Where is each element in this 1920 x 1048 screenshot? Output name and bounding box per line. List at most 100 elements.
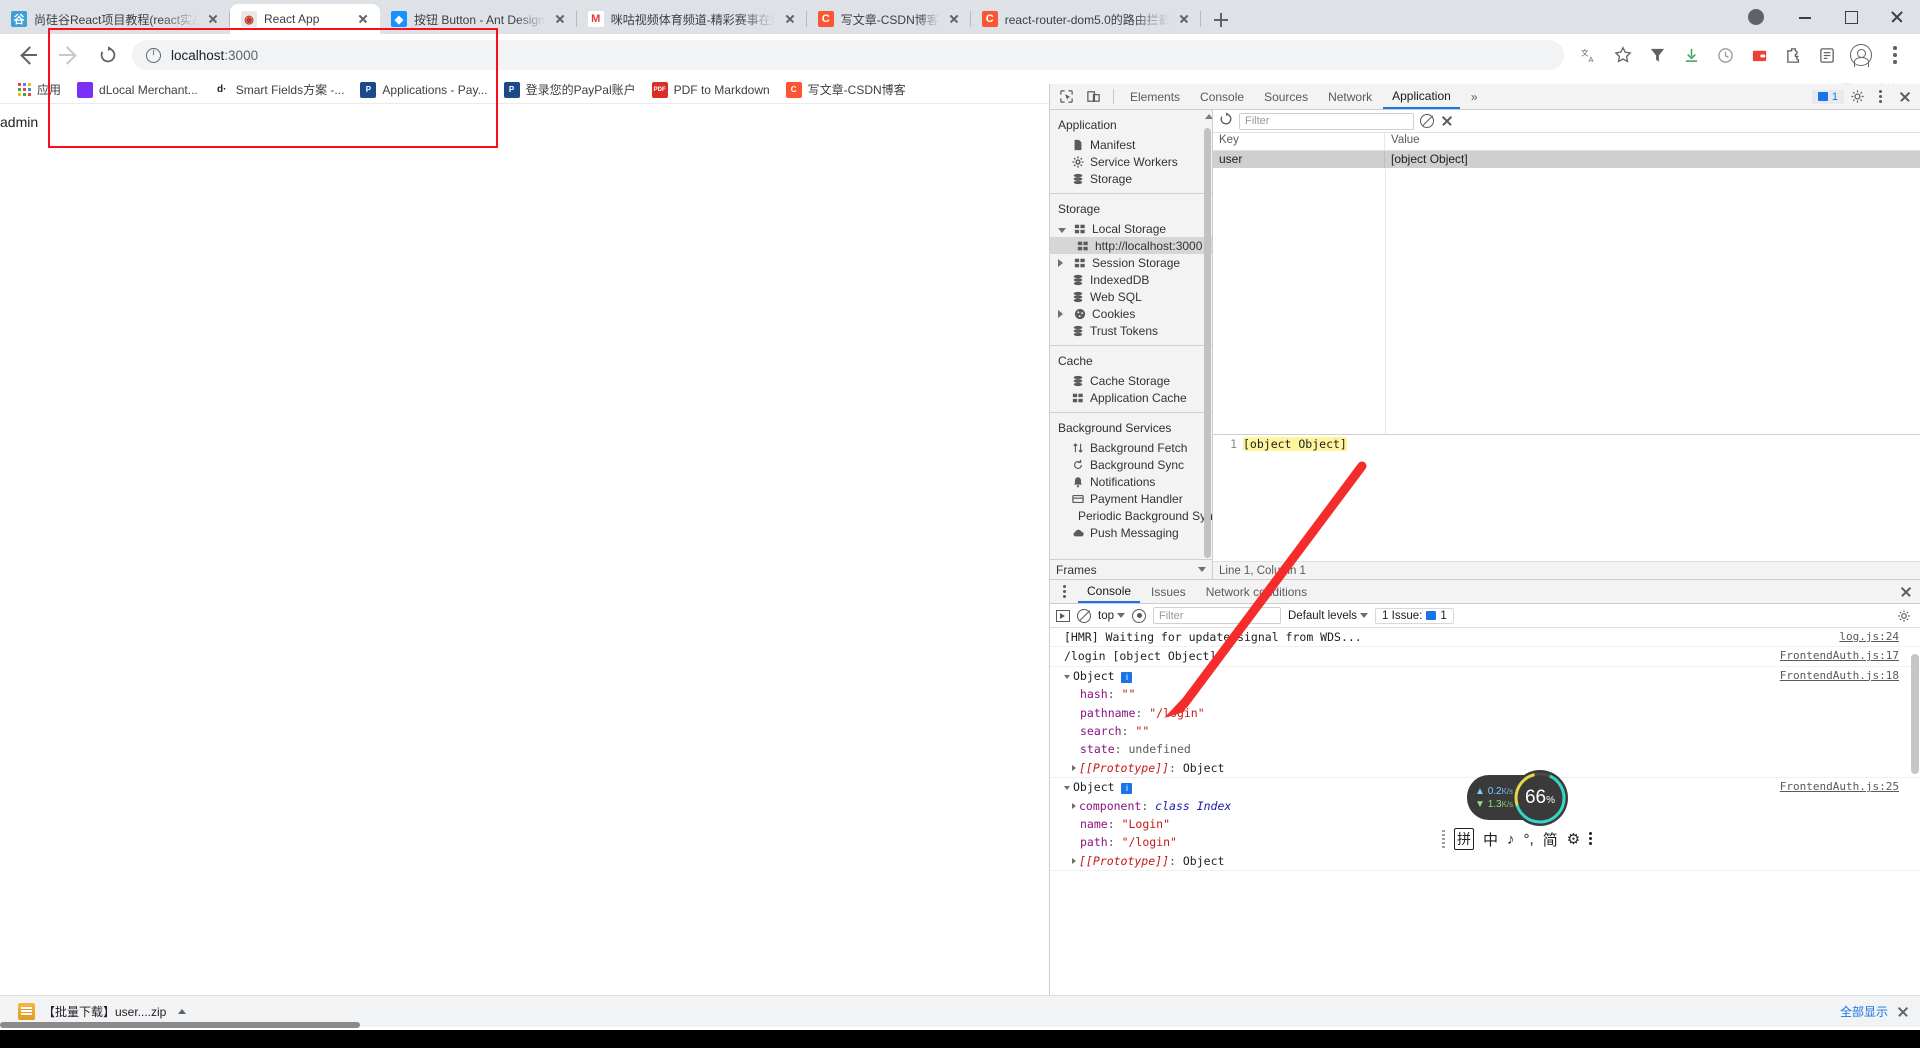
frames-section-header[interactable]: Frames [1050, 559, 1212, 579]
ime-language-toggle[interactable]: 中 [1483, 829, 1498, 850]
tab-close-icon[interactable] [355, 11, 371, 27]
devtools-tab-application[interactable]: Application [1383, 84, 1460, 109]
tab-close-icon[interactable] [205, 11, 221, 27]
cpu-usage-widget[interactable]: 66% [1512, 770, 1568, 826]
chrome-menu-icon[interactable] [1881, 41, 1909, 69]
downloads-close-icon[interactable] [1896, 1005, 1910, 1019]
console-settings-icon[interactable] [1893, 605, 1915, 627]
message-source-link[interactable]: log.js:24 [1839, 629, 1899, 645]
expand-triangle-right-icon[interactable] [1072, 802, 1076, 809]
tab-close-icon[interactable] [552, 11, 568, 27]
sidebar-item-trust-tokens[interactable]: Trust Tokens [1050, 322, 1212, 339]
bookmark-item[interactable]: P 登录您的PayPal账户 [496, 78, 644, 101]
expand-triangle-right-icon[interactable] [1058, 256, 1068, 270]
drawer-tab-console[interactable]: Console [1078, 580, 1141, 603]
browser-tab[interactable]: ◆ 按钮 Button - Ant Design [380, 4, 577, 34]
notes-icon[interactable] [1813, 41, 1841, 69]
expand-triangle-right-icon[interactable] [1072, 764, 1076, 771]
tab-close-icon[interactable] [1176, 11, 1192, 27]
browser-tab[interactable]: C 写文章-CSDN博客 [807, 4, 971, 34]
ime-menu-icon[interactable] [1589, 832, 1593, 846]
devtools-more-tabs-icon[interactable]: » [1462, 84, 1487, 109]
sidebar-item-cookies[interactable]: Cookies [1050, 305, 1212, 322]
downloads-show-all-link[interactable]: 全部显示 [1840, 1003, 1888, 1020]
message-source-link[interactable]: FrontendAuth.js:25 [1780, 779, 1899, 795]
browser-tab[interactable]: 谷 尚硅谷React项目教程(react实战 [0, 4, 230, 34]
device-toolbar-icon[interactable] [1081, 85, 1106, 109]
clear-console-icon[interactable] [1077, 608, 1091, 623]
browser-tab[interactable]: C react-router-dom5.0的路由拦截 [971, 4, 1201, 34]
bookmark-item[interactable]: PDF PDF to Markdown [644, 79, 778, 101]
browser-tab-active[interactable]: ◉ React App [230, 4, 380, 34]
info-badge-icon[interactable]: i [1121, 783, 1133, 795]
bookmark-item[interactable]: dLocal Merchant... [69, 79, 206, 101]
clear-all-icon[interactable] [1420, 114, 1434, 128]
console-scrollbar[interactable] [1911, 634, 1919, 1018]
column-header-value[interactable]: Value [1385, 133, 1920, 150]
back-button[interactable] [12, 39, 44, 71]
download-icon[interactable] [1677, 41, 1705, 69]
minimize-button[interactable] [1782, 0, 1828, 34]
browser-tab[interactable]: М 咪咕视频体育频道-精彩赛事在线 [577, 4, 807, 34]
console-levels-selector[interactable]: Default levels [1288, 610, 1369, 622]
delete-selected-icon[interactable] [1440, 114, 1454, 128]
scroll-up-arrow-icon[interactable] [1205, 114, 1212, 119]
close-window-button[interactable] [1874, 0, 1920, 34]
devtools-tab-network[interactable]: Network [1319, 84, 1381, 109]
forward-button[interactable] [52, 39, 84, 71]
address-bar[interactable]: localhost:3000 [132, 40, 1564, 70]
console-issues-pill[interactable]: 1 Issue: 1 [1375, 607, 1454, 624]
bookmark-item[interactable]: P Applications - Pay... [352, 79, 495, 101]
ime-tone-icon[interactable]: ♪ [1507, 831, 1515, 848]
console-filter-input[interactable]: Filter [1153, 607, 1281, 624]
message-source-link[interactable]: FrontendAuth.js:18 [1780, 668, 1899, 684]
sidebar-item-storage[interactable]: Storage [1050, 170, 1212, 187]
sidebar-item-localhost-origin[interactable]: http://localhost:3000 [1050, 237, 1212, 254]
sidebar-item-web-sql[interactable]: Web SQL [1050, 288, 1212, 305]
devtools-close-icon[interactable] [1894, 86, 1916, 108]
sidebar-item-application-cache[interactable]: Application Cache [1050, 389, 1212, 406]
sidebar-item-session-storage[interactable]: Session Storage [1050, 254, 1212, 271]
expand-triangle-down-icon[interactable] [1058, 222, 1068, 236]
drawer-close-icon[interactable] [1895, 581, 1917, 603]
console-message[interactable]: [HMR] Waiting for update signal from WDS… [1050, 628, 1920, 648]
bookmark-star-icon[interactable] [1609, 41, 1637, 69]
message-source-link[interactable]: FrontendAuth.js:17 [1780, 648, 1899, 664]
tab-close-icon[interactable] [946, 11, 962, 27]
sidebar-item-background-fetch[interactable]: Background Fetch [1050, 439, 1212, 456]
inspect-element-icon[interactable] [1054, 85, 1079, 109]
console-message[interactable]: /login [object Object] FrontendAuth.js:1… [1050, 647, 1920, 667]
profile-avatar-icon[interactable] [1847, 41, 1875, 69]
info-badge-icon[interactable]: i [1121, 671, 1133, 683]
ime-settings-icon[interactable]: ⚙ [1567, 830, 1580, 848]
sidebar-item-push-messaging[interactable]: Push Messaging [1050, 524, 1212, 541]
sidebar-item-manifest[interactable]: Manifest [1050, 136, 1212, 153]
tab-close-icon[interactable] [782, 11, 798, 27]
sidebar-item-background-sync[interactable]: Background Sync [1050, 456, 1212, 473]
scrollbar-thumb[interactable] [1911, 654, 1919, 774]
drawer-tab-network-conditions[interactable]: Network conditions [1197, 580, 1316, 603]
ime-script-toggle[interactable]: 简 [1543, 829, 1558, 850]
bookmark-item[interactable]: d· Smart Fields方案 -... [206, 78, 353, 101]
column-header-key[interactable]: Key [1213, 133, 1385, 150]
devtools-settings-icon[interactable] [1846, 86, 1868, 108]
sidebar-item-notifications[interactable]: Notifications [1050, 473, 1212, 490]
issues-badge[interactable]: 1 [1811, 89, 1844, 104]
bookmark-apps[interactable]: 应用 [10, 78, 69, 101]
expand-triangle-down-icon[interactable] [1064, 674, 1070, 679]
devtools-tab-console[interactable]: Console [1191, 84, 1253, 109]
sidebar-item-cache-storage[interactable]: Cache Storage [1050, 372, 1212, 389]
devtools-tab-elements[interactable]: Elements [1121, 84, 1189, 109]
download-menu-caret-icon[interactable] [178, 1009, 187, 1014]
expand-triangle-right-icon[interactable] [1072, 857, 1076, 864]
sidebar-item-indexeddb[interactable]: IndexedDB [1050, 271, 1212, 288]
devtools-tab-sources[interactable]: Sources [1255, 84, 1317, 109]
devtools-kebab-icon[interactable] [1870, 86, 1892, 108]
drawer-tab-issues[interactable]: Issues [1142, 580, 1195, 603]
download-item[interactable]: 【批量下载】user....zip [10, 1000, 194, 1023]
extension-icon[interactable] [1643, 41, 1671, 69]
object-prototype-row[interactable]: [[Prototype]]: Object [1050, 852, 1920, 872]
translate-icon[interactable]: 文A [1575, 41, 1603, 69]
ime-punctuation-toggle[interactable]: °, [1524, 831, 1534, 848]
sidebar-item-service-workers[interactable]: Service Workers [1050, 153, 1212, 170]
